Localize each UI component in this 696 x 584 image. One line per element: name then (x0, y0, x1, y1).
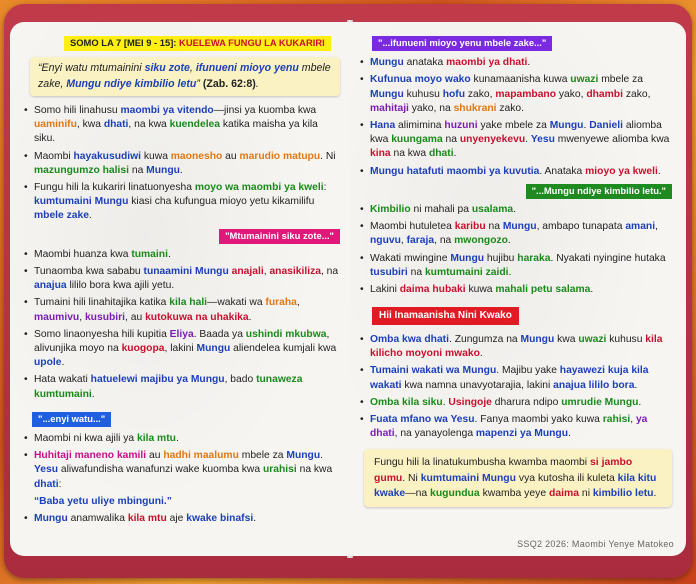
trust-list: Maombi huanza kwa tumaini. Tunaomba kwa … (24, 248, 340, 402)
list-item: Mungu anataka maombi ya dhati. (360, 56, 672, 70)
section-tag-trust: "Mtumainini siku zote..." (219, 228, 340, 244)
list-item: Huhitaji maneno kamili au hadhi maalumu … (24, 449, 340, 492)
lesson-label: SOMO LA 7 [MEI 9 - 15]: KUELEWA FUNGU LA… (64, 36, 331, 51)
list-item: Kufunua moyo wako kunamaanisha kuwa uwaz… (360, 73, 672, 116)
list-item: Mungu anamwalika kila mtu aje kwake bina… (24, 512, 340, 526)
summary-note: Fungu hili la linatukumbusha kwamba maom… (364, 449, 672, 507)
lesson-header: SOMO LA 7 [MEI 9 - 15]: KUELEWA FUNGU LA… (64, 36, 340, 51)
list-item: Maombi hutuletea karibu na Mungu, ambapo… (360, 220, 672, 248)
footer-text: SSQ2 2026: Maombi Yenye Matokeo (517, 538, 674, 549)
left-page: SOMO LA 7 [MEI 9 - 15]: KUELEWA FUNGU LA… (10, 22, 350, 556)
list-item: Somo linaonyesha hili kupitia Eliya. Baa… (24, 328, 340, 371)
section-tag-refuge: "...Mungu ndiye kimbilio letu." (525, 183, 672, 199)
section-tag-meaning: Hii Inamaanisha Nini Kwako (372, 307, 519, 326)
intro-list: Somo hili linahusu maombi ya vitendo—jin… (24, 104, 340, 224)
memory-verse: “Enyi watu mtumainini siku zote, ifunuen… (30, 57, 340, 96)
list-item: Hata wakati hatuelewi majibu ya Mungu, b… (24, 373, 340, 401)
list-item: Maombi hayakusudiwi kuwa maonesho au mar… (24, 150, 340, 178)
list-item: Fungu hili la kukariri linatuonyesha moy… (24, 181, 340, 224)
list-item: Mungu hatafuti maombi ya kuvutia. Anatak… (360, 165, 672, 179)
list-item: Kimbilio ni mahali pa usalama. (360, 203, 672, 217)
quote-line: “Baba yetu uliye mbinguni.” (34, 495, 172, 507)
list-item: Hana alimimina huzuni yake mbele za Mung… (360, 119, 672, 162)
list-item: Tumaini wakati wa Mungu. Majibu yake hay… (360, 364, 672, 392)
list-item: Maombi huanza kwa tumaini. (24, 248, 340, 262)
list-item: Omba kila siku. Usingoje dharura ndipo u… (360, 396, 672, 410)
list-item: Wakati mwingine Mungu hujibu haraka. Nya… (360, 252, 672, 280)
people-list: Maombi ni kwa ajili ya kila mtu. Huhitaj… (24, 432, 340, 526)
refuge-list: Kimbilio ni mahali pa usalama. Maombi hu… (360, 203, 672, 297)
list-item: Tunaomba kwa sababu tunaamini Mungu anaj… (24, 265, 340, 293)
list-item: Somo hili linahusu maombi ya vitendo—jin… (24, 104, 340, 147)
list-item: Lakini daima hubaki kuwa mahali petu sal… (360, 283, 672, 297)
open-hearts-list: Mungu anataka maombi ya dhati. Kufunua m… (360, 56, 672, 179)
right-page: "...ifunueni mioyo yenu mbele zake..." M… (350, 22, 686, 556)
section-tag-people: "...enyi watu..." (32, 411, 112, 427)
list-item: Fuata mfano wa Yesu. Fanya maombi yako k… (360, 413, 672, 441)
list-item: Maombi ni kwa ajili ya kila mtu. (24, 432, 340, 446)
list-item: Tumaini hili linahitajika katika kila ha… (24, 296, 340, 324)
meaning-list: Omba kwa dhati. Zungumza na Mungu kwa uw… (360, 333, 672, 441)
list-item: Omba kwa dhati. Zungumza na Mungu kwa uw… (360, 333, 672, 361)
section-tag-open-hearts: "...ifunueni mioyo yenu mbele zake..." (372, 36, 553, 51)
